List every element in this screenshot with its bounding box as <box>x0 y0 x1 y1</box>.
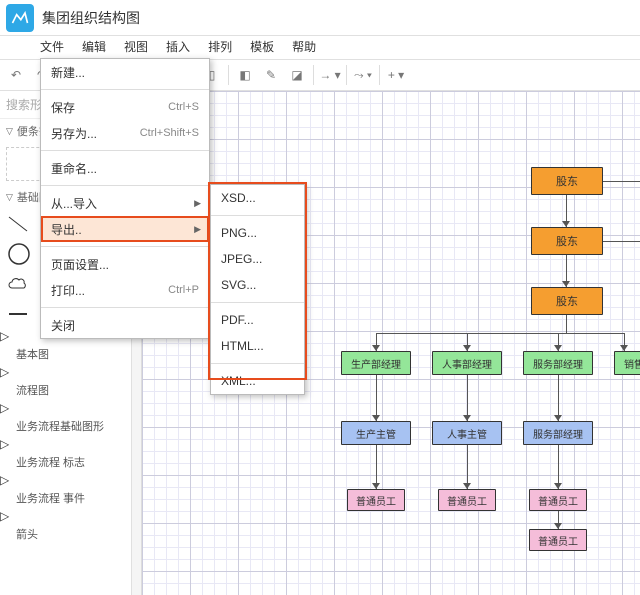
org-node[interactable]: 普通员工 <box>347 489 405 511</box>
menu-item-saveas[interactable]: 另存为...Ctrl+Shift+S <box>41 120 209 146</box>
menu-item-print[interactable]: 打印...Ctrl+P <box>41 277 209 303</box>
export-xsd[interactable]: XSD... <box>211 185 304 211</box>
palette-bpmn-symbols[interactable]: 业务流程 标志 <box>0 451 131 473</box>
palette-bpmn-basic[interactable]: 业务流程基础图形 <box>0 415 131 437</box>
menu-template[interactable]: 模板 <box>250 38 274 55</box>
app-icon <box>6 4 34 32</box>
chevron-down-icon: ▽ <box>6 126 13 137</box>
search-placeholder: 搜索形 <box>6 96 42 113</box>
menu-bar: 文件 编辑 视图 插入 排列 模板 帮助 <box>0 36 640 59</box>
org-node[interactable]: 股东 <box>531 287 603 315</box>
title-bar: 集团组织结构图 <box>0 0 640 36</box>
export-xml[interactable]: XML... <box>211 368 304 394</box>
stroke-button[interactable]: ✎ <box>259 63 283 87</box>
org-node[interactable]: 服务部经理 <box>523 351 593 375</box>
menu-item-export[interactable]: 导出..▶ <box>41 216 209 242</box>
add-button[interactable]: + ▾ <box>384 63 408 87</box>
palette-bpmn-events[interactable]: 业务流程 事件 <box>0 487 131 509</box>
export-html[interactable]: HTML... <box>211 333 304 359</box>
export-svg[interactable]: SVG... <box>211 272 304 298</box>
export-png[interactable]: PNG... <box>211 220 304 246</box>
menu-arrange[interactable]: 排列 <box>208 38 232 55</box>
export-submenu: XSD... PNG... JPEG... SVG... PDF... HTML… <box>210 184 305 395</box>
file-menu: 新建... 保存Ctrl+S 另存为...Ctrl+Shift+S 重命名...… <box>40 58 210 339</box>
org-node[interactable]: 股东 <box>531 227 603 255</box>
palette-arrows[interactable]: 箭头 <box>0 523 131 545</box>
waypoint-button[interactable]: ⤳ ▾ <box>351 63 375 87</box>
menu-insert[interactable]: 插入 <box>166 38 190 55</box>
menu-view[interactable]: 视图 <box>124 38 148 55</box>
org-node[interactable]: 人事主管 <box>432 421 502 445</box>
palette-flowchart[interactable]: 流程图 <box>0 379 131 401</box>
menu-item-new[interactable]: 新建... <box>41 59 209 85</box>
org-node[interactable]: 生产部经理 <box>341 351 411 375</box>
org-node[interactable]: 人事部经理 <box>432 351 502 375</box>
undo-button[interactable]: ↶ <box>4 63 28 87</box>
menu-file[interactable]: 文件 <box>40 38 64 55</box>
org-node[interactable]: 普通员工 <box>438 489 496 511</box>
menu-help[interactable]: 帮助 <box>292 38 316 55</box>
chevron-right-icon: ▶ <box>194 198 201 209</box>
org-node[interactable]: 股东 <box>531 167 603 195</box>
document-title: 集团组织结构图 <box>42 8 140 28</box>
menu-item-import[interactable]: 从...导入▶ <box>41 190 209 216</box>
export-pdf[interactable]: PDF... <box>211 307 304 333</box>
menu-item-rename[interactable]: 重命名... <box>41 155 209 181</box>
menu-item-close[interactable]: 关闭 <box>41 312 209 338</box>
shadow-button[interactable]: ◪ <box>285 63 309 87</box>
palette-basic[interactable]: 基本图 <box>0 343 131 365</box>
fill-button[interactable]: ◧ <box>233 63 257 87</box>
menu-edit[interactable]: 编辑 <box>82 38 106 55</box>
export-jpeg[interactable]: JPEG... <box>211 246 304 272</box>
connector-button[interactable]: → ▾ <box>318 63 342 87</box>
org-node[interactable]: 普通员工 <box>529 529 587 551</box>
chevron-right-icon: ▶ <box>194 224 201 235</box>
org-node[interactable]: 服务部经理 <box>523 421 593 445</box>
org-node[interactable]: 生产主管 <box>341 421 411 445</box>
shape-line[interactable] <box>7 214 29 234</box>
shape-cloud[interactable] <box>7 274 29 294</box>
org-node[interactable]: 普通员工 <box>529 489 587 511</box>
org-node[interactable]: 销售 <box>614 351 640 375</box>
menu-item-pagesetup[interactable]: 页面设置... <box>41 251 209 277</box>
menu-item-save[interactable]: 保存Ctrl+S <box>41 94 209 120</box>
shape-circle[interactable] <box>6 241 32 267</box>
shape-solid-line[interactable] <box>7 304 29 324</box>
chevron-down-icon: ▽ <box>6 192 13 203</box>
